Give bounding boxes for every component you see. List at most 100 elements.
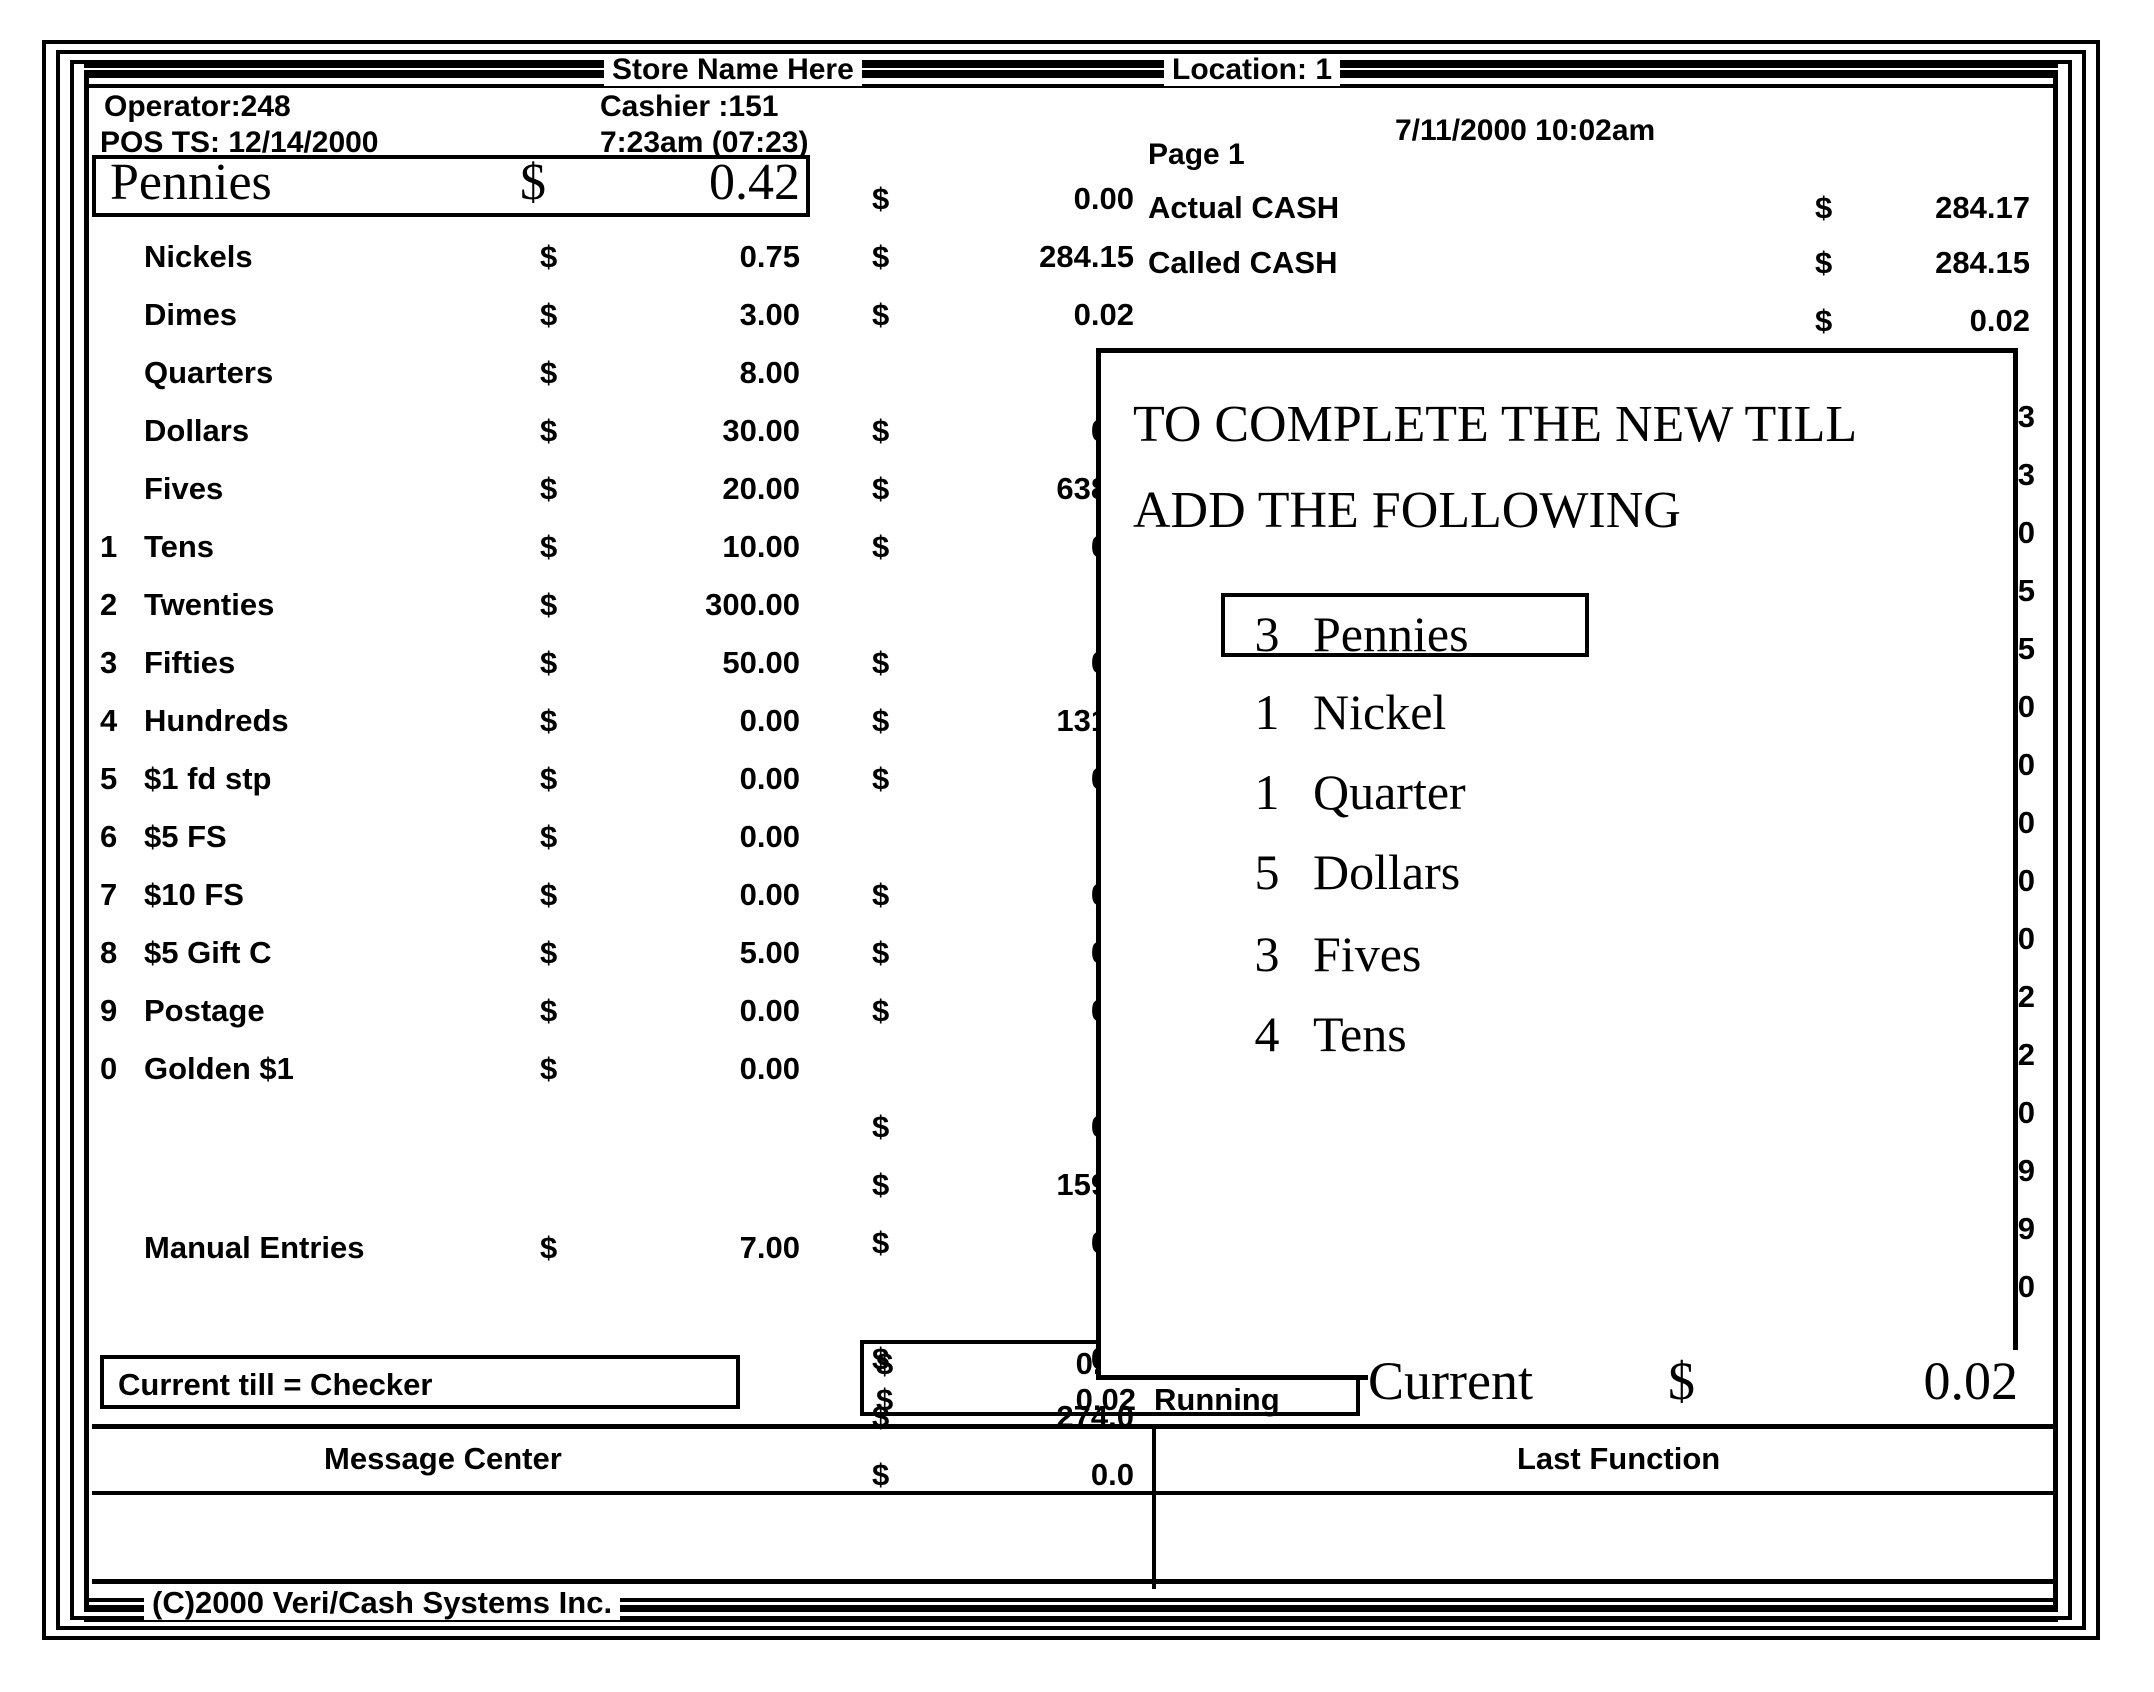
denomination-name: $1 fd stp [144, 761, 272, 796]
denomination-shortcut-key: 4 [100, 703, 118, 738]
denomination-value: 20.00 [722, 471, 800, 506]
current-till-label: Current till = Checker [118, 1367, 433, 1402]
denomination-name: $5 FS [144, 819, 227, 854]
denomination-row[interactable]: 2 Twenties $300.00 [100, 579, 820, 637]
denomination-shortcut-key: 9 [100, 993, 118, 1028]
denomination-shortcut-key: 2 [100, 587, 118, 622]
middle-amount-row: $0.02 [872, 291, 1172, 349]
middle-amount-value: 0.0 [872, 529, 1134, 565]
denomination-value: 10.00 [722, 529, 800, 564]
dialog-item[interactable]: 1 Quarter [1239, 763, 1466, 821]
denomination-row[interactable]: 9 Postage $0.00 [100, 985, 820, 1043]
middle-amount-value: 284.15 [1039, 239, 1134, 274]
denomination-name: Quarters [144, 355, 274, 390]
denomination-name: Fifties [144, 645, 236, 680]
denomination-row[interactable]: 4 Hundreds $0.00 [100, 695, 820, 753]
denomination-name: $5 Gift C [144, 935, 272, 970]
denomination-table: Pennies $0.42 Nickels $0.75 Dimes $3.00 Quarte… [92, 154, 820, 1101]
denomination-row[interactable]: 8 $5 Gift C $5.00 [100, 927, 820, 985]
dialog-item-label: Dollars [1313, 844, 1461, 900]
denomination-name: Nickels [144, 239, 253, 274]
denomination-value: 0.00 [739, 761, 800, 796]
dialog-item-label: Pennies [1313, 606, 1469, 662]
denomination-value: 0.00 [739, 1051, 800, 1086]
denomination-name: Pennies [110, 154, 272, 211]
denomination-row[interactable]: 3 Fifties $50.00 [100, 637, 820, 695]
denomination-value: 300.00 [705, 587, 800, 622]
dialog-item-quantity: 3 [1254, 926, 1280, 982]
denomination-value: 5.00 [739, 935, 800, 970]
middle-amount-value: 0.0 [872, 935, 1134, 971]
dialog-item-quantity: 1 [1254, 764, 1280, 820]
current-amount-readout: Current $ 0.02 [1368, 1350, 2028, 1416]
denomination-value: 0.42 [709, 154, 800, 211]
denomination-row[interactable]: 0 Golden $1 $0.00 [100, 1043, 820, 1101]
dialog-item-quantity: 3 [1254, 606, 1280, 662]
middle-amount-value: 0.0 [872, 413, 1134, 449]
denomination-name: Tens [144, 529, 215, 564]
denomination-shortcut-key: 8 [100, 935, 118, 970]
dialog-item[interactable]: 3 Pennies [1239, 605, 1469, 663]
dialog-item-quantity: 5 [1254, 844, 1280, 900]
operator-label: Operator:248 [104, 90, 291, 123]
pane-header-rule [92, 1491, 2054, 1495]
denomination-shortcut-key: 1 [100, 529, 118, 564]
copyright-label: (C)2000 Veri/Cash Systems Inc. [144, 1586, 621, 1620]
denomination-value: 8.00 [739, 355, 800, 390]
denomination-row[interactable]: Pennies $0.42 [92, 154, 820, 231]
current-readout-value: 0.02 [1923, 1351, 2019, 1411]
dialog-item[interactable]: 3 Fives [1239, 925, 1422, 983]
denomination-name: Postage [144, 993, 265, 1028]
dialog-item-label: Nickel [1313, 684, 1447, 740]
message-center-title: Message Center [324, 1441, 562, 1476]
current-till-box[interactable]: Current till = Checker [100, 1355, 740, 1409]
denomination-value: 0.00 [739, 877, 800, 912]
called-cash-label: Called CASH [1148, 245, 1338, 280]
denomination-row[interactable]: Dimes $3.00 [100, 289, 820, 347]
middle-amount-row: $284.15 [872, 233, 1172, 291]
dialog-item[interactable]: 1 Nickel [1239, 683, 1447, 741]
middle-amount-value: 0.0 [872, 1225, 1134, 1261]
dialog-line-2: ADD THE FOLLOWING [1133, 482, 1681, 539]
cashier-label: Cashier :151 [600, 90, 779, 123]
actual-cash-value: 284.17 [1935, 190, 2030, 225]
middle-amount-value: 159.8 [872, 1167, 1134, 1203]
pane-divider [1152, 1429, 1156, 1589]
denomination-row[interactable]: 6 $5 FS $0.00 [100, 811, 820, 869]
dialog-item-quantity: 1 [1254, 684, 1280, 740]
denomination-row[interactable]: Dollars $30.00 [100, 405, 820, 463]
middle-amount-value: 0.0 [872, 1109, 1134, 1145]
middle-amount-value: 638.3 [872, 471, 1134, 507]
denomination-row[interactable]: Quarters $8.00 [100, 347, 820, 405]
denomination-shortcut-key: 3 [100, 645, 118, 680]
manual-entries-row[interactable]: Manual Entries $ 7.00 [100, 1222, 820, 1280]
middle-amount-value: 0.00 [1073, 181, 1134, 216]
denomination-row[interactable]: Fives $20.00 [100, 463, 820, 521]
denomination-row[interactable]: 5 $1 fd stp $0.00 [100, 753, 820, 811]
dialog-line-1: TO COMPLETE THE NEW TILL [1133, 396, 1858, 453]
denomination-value: 0.00 [739, 703, 800, 738]
denomination-value: 0.00 [739, 993, 800, 1028]
denomination-name: Hundreds [144, 703, 289, 738]
denomination-row[interactable]: 1 Tens $10.00 [100, 521, 820, 579]
dialog-item[interactable]: 4 Tens [1239, 1005, 1407, 1063]
current-datetime: 7/11/2000 10:02am [1395, 114, 1656, 147]
running-total-row: $ 0.02 Running [864, 1380, 1356, 1417]
middle-amount-value: 0.0 [872, 993, 1134, 1029]
denomination-row[interactable]: 7 $10 FS $0.00 [100, 869, 820, 927]
last-function-title: Last Function [1517, 1441, 1721, 1476]
pos-till-screen: Store Name Here Location: 1 Operator:248… [0, 0, 2154, 1692]
middle-amount-value: 131.4 [872, 703, 1134, 739]
denomination-value: 0.00 [739, 819, 800, 854]
dialog-item-label: Fives [1313, 926, 1422, 982]
called-cash-value: 284.15 [1935, 245, 2030, 280]
running-value: 0.02 [1075, 1382, 1136, 1417]
bottom-panes: Message Center Last Function [92, 1424, 2054, 1589]
dialog-item[interactable]: 5 Dollars [1239, 843, 1461, 901]
denomination-row[interactable]: Nickels $0.75 [100, 231, 820, 289]
denomination-shortcut-key: 0 [100, 1051, 118, 1086]
new-till-dialog[interactable]: TO COMPLETE THE NEW TILL ADD THE FOLLOWI… [1096, 348, 2018, 1380]
actual-cash-label: Actual CASH [1148, 190, 1340, 225]
middle-amount-value: 0.0 [872, 877, 1134, 913]
middle-amount-row: $0.00 [872, 175, 1172, 233]
